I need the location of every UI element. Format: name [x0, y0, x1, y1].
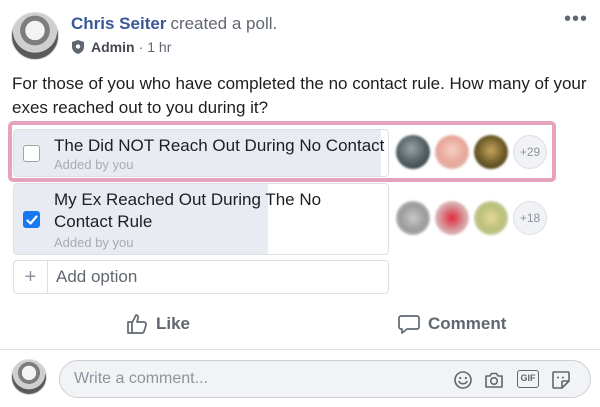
option-checkbox[interactable]	[23, 211, 40, 228]
plus-icon: +	[14, 261, 48, 293]
add-option-input[interactable]: + Add option	[13, 260, 389, 294]
post-meta: Admin · 1 hr	[72, 39, 171, 55]
like-button[interactable]: Like	[126, 306, 190, 342]
actions-divider	[0, 349, 600, 350]
comment-bubble-icon	[398, 315, 420, 334]
camera-icon[interactable]	[484, 370, 504, 390]
thumbs-up-icon	[127, 314, 147, 334]
option-2-voters[interactable]: +18	[396, 201, 547, 235]
voter-avatar[interactable]	[474, 135, 508, 169]
checkmark-icon	[26, 215, 38, 225]
comment-button[interactable]: Comment	[398, 306, 506, 342]
poll-post: Chris Seiter created a poll. Admin · 1 hr…	[0, 0, 600, 407]
more-voters-count[interactable]: +29	[513, 135, 547, 169]
add-option-label: Add option	[56, 267, 138, 286]
post-actions-bar: Like Comment	[0, 306, 600, 342]
option-1-voters[interactable]: +29	[396, 135, 547, 169]
poll-question: For those of you who have completed the …	[12, 74, 587, 117]
voter-avatar[interactable]	[435, 201, 469, 235]
more-dots-icon[interactable]: •••	[564, 8, 588, 31]
emoji-icon[interactable]	[453, 370, 473, 390]
admin-role-label: Admin	[91, 39, 135, 55]
voter-avatar[interactable]	[435, 135, 469, 169]
voter-avatar[interactable]	[396, 135, 430, 169]
voter-avatar[interactable]	[396, 201, 430, 235]
meta-separator: ·	[138, 39, 144, 55]
option-added-by: Added by you	[54, 157, 134, 172]
voter-avatar[interactable]	[474, 201, 508, 235]
author-avatar[interactable]	[11, 12, 59, 60]
poll-option-2[interactable]: My Ex Reached Out During The No Contact …	[13, 183, 389, 255]
current-user-avatar[interactable]	[11, 359, 47, 395]
admin-shield-icon	[72, 40, 84, 54]
post-timestamp[interactable]: 1 hr	[147, 39, 171, 55]
author-name-link[interactable]: Chris Seiter	[71, 14, 166, 33]
comment-label: Comment	[428, 314, 507, 333]
poll-option-1[interactable]: The Did NOT Reach Out During No Contact …	[13, 129, 389, 177]
gif-icon[interactable]: GIF	[517, 370, 539, 388]
post-author-line: Chris Seiter created a poll.	[71, 14, 277, 34]
like-label: Like	[156, 314, 191, 333]
option-label: My Ex Reached Out During The No Contact …	[54, 190, 322, 231]
sticker-icon[interactable]	[551, 370, 571, 390]
post-action-text: created a poll.	[170, 14, 278, 33]
more-voters-count[interactable]: +18	[513, 201, 547, 235]
option-added-by: Added by you	[54, 235, 134, 250]
option-checkbox[interactable]	[23, 145, 40, 162]
comment-input[interactable]	[74, 370, 434, 388]
option-label: The Did NOT Reach Out During No Contact	[54, 136, 385, 155]
comment-composer[interactable]: GIF	[59, 360, 591, 398]
